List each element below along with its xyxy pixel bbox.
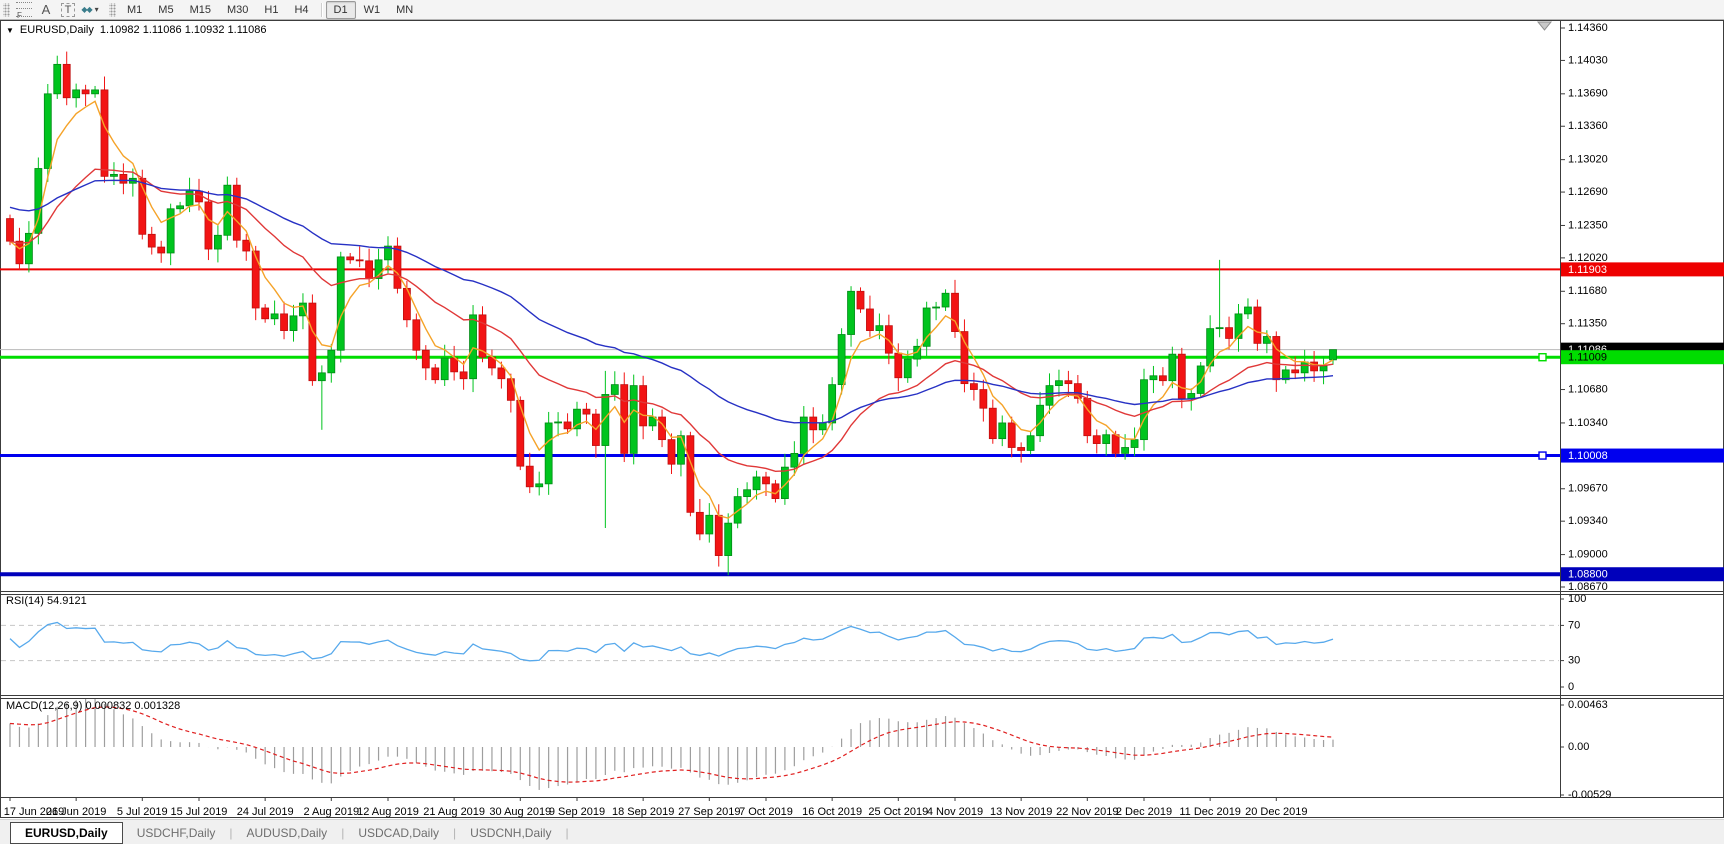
tab-usdchf[interactable]: USDCHF,Daily — [123, 823, 230, 843]
timeframe-d1-button[interactable]: D1 — [326, 1, 356, 19]
svg-text:1.12690: 1.12690 — [1568, 186, 1608, 198]
svg-text:0: 0 — [1568, 681, 1574, 693]
svg-text:24 Jul 2019: 24 Jul 2019 — [237, 806, 294, 818]
support-line-handle[interactable] — [1539, 452, 1546, 459]
timeframe-m5-button[interactable]: M5 — [150, 1, 181, 19]
svg-text:25 Oct 2019: 25 Oct 2019 — [868, 806, 928, 818]
svg-text:1.14030: 1.14030 — [1568, 54, 1608, 66]
fibonacci-icon[interactable]: F — [14, 2, 34, 18]
timeframe-mn-button[interactable]: MN — [388, 1, 421, 19]
svg-text:1.14360: 1.14360 — [1568, 22, 1608, 34]
tab-usdcnh[interactable]: USDCNH,Daily — [456, 823, 565, 843]
svg-text:0.00463: 0.00463 — [1568, 699, 1608, 711]
svg-text:16 Oct 2019: 16 Oct 2019 — [802, 806, 862, 818]
toolbar-grip-2[interactable] — [109, 3, 116, 17]
svg-text:1.12350: 1.12350 — [1568, 219, 1608, 231]
timeframe-m1-button[interactable]: M1 — [119, 1, 150, 19]
svg-text:12 Aug 2019: 12 Aug 2019 — [357, 806, 419, 818]
svg-text:2 Dec 2019: 2 Dec 2019 — [1116, 806, 1172, 818]
svg-text:27 Sep 2019: 27 Sep 2019 — [678, 806, 740, 818]
svg-text:22 Nov 2019: 22 Nov 2019 — [1056, 806, 1118, 818]
svg-text:1.08670: 1.08670 — [1568, 581, 1608, 593]
fibonacci-glyph: F — [16, 2, 32, 17]
svg-text:26 Jun 2019: 26 Jun 2019 — [46, 806, 107, 818]
tab-usdcad[interactable]: USDCAD,Daily — [344, 823, 453, 843]
svg-text:7 Oct 2019: 7 Oct 2019 — [739, 806, 793, 818]
timeframe-h4-button[interactable]: H4 — [286, 1, 316, 19]
svg-text:21 Aug 2019: 21 Aug 2019 — [423, 806, 485, 818]
timeframe-h1-button[interactable]: H1 — [256, 1, 286, 19]
svg-text:1.13360: 1.13360 — [1568, 120, 1608, 132]
svg-text:11 Dec 2019: 11 Dec 2019 — [1179, 806, 1241, 818]
svg-text:18 Sep 2019: 18 Sep 2019 — [612, 806, 674, 818]
timeframe-w1-button[interactable]: W1 — [356, 1, 389, 19]
tab-audusd[interactable]: AUDUSD,Daily — [233, 823, 342, 843]
svg-text:1.08800: 1.08800 — [1568, 569, 1608, 581]
timeframe-m15-button[interactable]: M15 — [182, 1, 219, 19]
svg-text:13 Nov 2019: 13 Nov 2019 — [990, 806, 1052, 818]
chart-area[interactable]: 1.14360 1.14030 1.13690 1.13360 1.13020 1.126… — [0, 20, 1724, 818]
svg-text:1.13690: 1.13690 — [1568, 88, 1608, 100]
svg-text:1.11680: 1.11680 — [1568, 285, 1607, 297]
svg-text:20 Dec 2019: 20 Dec 2019 — [1245, 806, 1307, 818]
toolbar-separator — [321, 3, 322, 17]
tab-divider: | — [565, 826, 568, 840]
svg-text:1.12020: 1.12020 — [1568, 252, 1608, 264]
toolbar-grip[interactable] — [3, 3, 10, 17]
svg-text:15 Jul 2019: 15 Jul 2019 — [171, 806, 228, 818]
svg-text:1.10340: 1.10340 — [1568, 417, 1608, 429]
svg-text:1.09670: 1.09670 — [1568, 483, 1608, 495]
svg-text:100: 100 — [1568, 593, 1586, 605]
svg-text:1.11903: 1.11903 — [1568, 264, 1607, 276]
svg-text:1.10008: 1.10008 — [1568, 450, 1608, 462]
toolbar: F A T ◆◆▾ M1 M5 M15 M30 H1 H4 D1 W1 MN — [0, 0, 1724, 20]
svg-text:0.00: 0.00 — [1568, 741, 1589, 753]
arrow-objects-icon[interactable]: ◆◆▾ — [80, 2, 100, 18]
svg-text:30: 30 — [1568, 655, 1580, 667]
svg-text:1.11350: 1.11350 — [1568, 318, 1607, 330]
svg-text:4 Nov 2019: 4 Nov 2019 — [927, 806, 983, 818]
svg-text:30 Aug 2019: 30 Aug 2019 — [489, 806, 551, 818]
svg-text:1.10680: 1.10680 — [1568, 383, 1608, 395]
mt5-terminal: F A T ◆◆▾ M1 M5 M15 M30 H1 H4 D1 W1 MN 1… — [0, 0, 1724, 844]
svg-text:-0.00529: -0.00529 — [1568, 789, 1611, 801]
text-label-icon[interactable]: T — [58, 2, 78, 18]
text-icon[interactable]: A — [36, 2, 56, 18]
svg-text:5 Jul 2019: 5 Jul 2019 — [117, 806, 168, 818]
timeframe-m30-button[interactable]: M30 — [219, 1, 256, 19]
pivot-line-handle[interactable] — [1539, 354, 1546, 361]
svg-text:1.11009: 1.11009 — [1568, 352, 1607, 364]
svg-text:2 Aug 2019: 2 Aug 2019 — [303, 806, 359, 818]
svg-text:1.09000: 1.09000 — [1568, 548, 1608, 560]
chevron-down-icon: ▾ — [95, 5, 99, 14]
tab-eurusd[interactable]: EURUSD,Daily — [10, 822, 123, 844]
svg-text:70: 70 — [1568, 619, 1580, 631]
svg-text:1.13020: 1.13020 — [1568, 154, 1608, 166]
svg-text:9 Sep 2019: 9 Sep 2019 — [549, 806, 605, 818]
svg-text:1.09340: 1.09340 — [1568, 515, 1608, 527]
chart-tab-bar: EURUSD,Daily USDCHF,Daily | AUDUSD,Daily… — [0, 819, 1724, 844]
